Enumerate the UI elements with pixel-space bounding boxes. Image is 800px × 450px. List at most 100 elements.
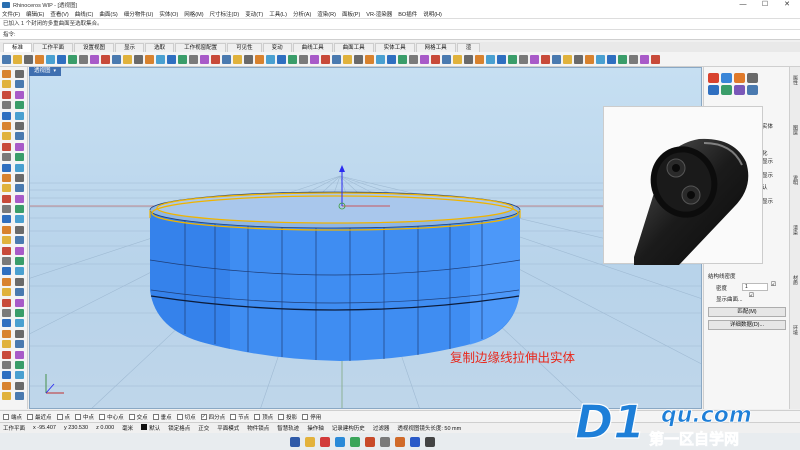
texture-mapping-icon[interactable] (747, 73, 758, 83)
windows-start-icon[interactable] (290, 436, 300, 447)
toolbar-command-icon[interactable] (211, 54, 220, 64)
sidebar-command-icon[interactable] (15, 163, 24, 172)
toolbar-command-icon[interactable] (629, 54, 638, 64)
checkbox-icon[interactable] (3, 413, 9, 420)
toolbar-command-icon[interactable] (431, 54, 440, 64)
toolbar-command-icon[interactable] (156, 54, 165, 64)
checkbox-icon[interactable] (56, 413, 63, 420)
toolbar-command-icon[interactable] (13, 54, 22, 64)
toolbar-command-icon[interactable] (310, 54, 319, 64)
menu-surface[interactable]: 曲面(S) (99, 10, 117, 18)
toolbar-command-icon[interactable] (189, 54, 198, 64)
tab-surface-tools[interactable]: 曲面工具 (333, 43, 374, 52)
osnap-item[interactable]: 投影 (278, 413, 297, 421)
sidebar-command-icon[interactable] (15, 246, 24, 255)
sidebar-command-icon[interactable] (2, 101, 11, 110)
sidebar-command-icon[interactable] (2, 360, 11, 369)
toolbar-command-icon[interactable] (200, 54, 209, 64)
details-button[interactable]: 详细数据(D)... (708, 320, 786, 330)
sidebar-command-icon[interactable] (15, 173, 24, 182)
menu-mesh[interactable]: 网格(M) (184, 10, 203, 18)
toggle-grid-snap[interactable]: 锁定格点 (168, 424, 190, 432)
checkbox-icon[interactable] (99, 413, 106, 420)
tab-solid-tools[interactable]: 实体工具 (374, 43, 415, 52)
toolbar-command-icon[interactable] (453, 54, 462, 64)
osnap-item[interactable]: ✓ 四分点 (200, 413, 225, 421)
toolbar-command-icon[interactable] (420, 54, 429, 64)
side-tab-render[interactable]: 渲染 (792, 225, 799, 235)
cylinder-object[interactable] (149, 165, 521, 361)
tab-cplanes[interactable]: 工作平面 (33, 43, 74, 52)
menu-file[interactable]: 文件(F) (2, 10, 20, 18)
menu-edit[interactable]: 编辑(E) (26, 10, 44, 18)
toolbar-command-icon[interactable] (35, 54, 44, 64)
sidebar-command-icon[interactable] (2, 267, 11, 276)
sidebar-command-icon[interactable] (2, 308, 11, 317)
density-input[interactable]: 1 (742, 283, 768, 291)
sidebar-command-icon[interactable] (15, 236, 24, 245)
sidebar-command-icon[interactable] (15, 184, 24, 193)
tab-transform[interactable]: 变动 (262, 43, 292, 52)
tab-visibility[interactable]: 可见性 (227, 43, 262, 52)
checkbox-icon[interactable] (302, 413, 309, 420)
menu-subd[interactable]: 细分物件(U) (124, 10, 154, 18)
sidebar-command-icon[interactable] (15, 360, 24, 369)
toolbar-command-icon[interactable] (321, 54, 330, 64)
osnap-item[interactable]: 中心点 (99, 413, 124, 421)
sidebar-command-icon[interactable] (15, 80, 24, 89)
sidebar-command-icon[interactable] (2, 257, 11, 266)
edge-softening-icon[interactable] (734, 85, 745, 95)
osnap-item[interactable]: 中点 (75, 413, 94, 421)
tab-standard[interactable]: 标准 (3, 43, 33, 52)
toolbar-command-icon[interactable] (244, 54, 253, 64)
toolbar-command-icon[interactable] (519, 54, 528, 64)
toolbar-command-icon[interactable] (574, 54, 583, 64)
menu-help[interactable]: 说明(H) (423, 10, 442, 18)
sidebar-command-icon[interactable] (2, 184, 11, 193)
wechat-icon[interactable] (350, 436, 360, 447)
decal-icon[interactable] (734, 73, 745, 83)
toolbar-command-icon[interactable] (24, 54, 33, 64)
sidebar-command-icon[interactable] (2, 236, 11, 245)
chrome-icon[interactable] (320, 436, 330, 447)
sidebar-command-icon[interactable] (15, 308, 24, 317)
sidebar-command-icon[interactable] (15, 381, 24, 390)
viewport-title-tab[interactable]: 透视图 ▾ (29, 67, 62, 76)
tab-set-view[interactable]: 设置视图 (74, 43, 115, 52)
toolbar-command-icon[interactable] (167, 54, 176, 64)
toolbar-command-icon[interactable] (178, 54, 187, 64)
toolbar-command-icon[interactable] (343, 54, 352, 64)
checkbox-icon[interactable] (152, 413, 159, 420)
toolbar-command-icon[interactable] (255, 54, 264, 64)
maximize-button[interactable]: ☐ (754, 0, 776, 9)
sidebar-command-icon[interactable] (15, 350, 24, 359)
checkbox-icon[interactable] (128, 413, 135, 420)
osnap-item[interactable]: 垂点 (152, 413, 172, 421)
toolbar-command-icon[interactable] (442, 54, 451, 64)
menu-transform[interactable]: 变动(T) (245, 10, 263, 18)
sidebar-command-icon[interactable] (15, 215, 24, 224)
toolbar-command-icon[interactable] (145, 54, 154, 64)
sidebar-command-icon[interactable] (2, 80, 11, 89)
sidebar-command-icon[interactable] (2, 194, 11, 203)
sidebar-command-icon[interactable] (15, 392, 24, 401)
osnap-item[interactable]: 点 (56, 413, 70, 421)
sidebar-command-icon[interactable] (15, 121, 24, 130)
toolbar-command-icon[interactable] (530, 54, 539, 64)
tab-mesh-tools[interactable]: 网格工具 (415, 43, 456, 52)
toolbar-command-icon[interactable] (90, 54, 99, 64)
sidebar-command-icon[interactable] (2, 381, 11, 390)
menu-render[interactable]: 渲染(R) (317, 10, 336, 18)
checkbox-icon[interactable] (230, 413, 237, 420)
toggle-gumball[interactable]: 操作轴 (307, 424, 324, 432)
toolbar-command-icon[interactable] (497, 54, 506, 64)
material-icon[interactable] (721, 73, 732, 83)
displacement-icon[interactable] (721, 85, 732, 95)
toolbar-command-icon[interactable] (101, 54, 110, 64)
sidebar-command-icon[interactable] (2, 277, 11, 286)
perspective-viewport[interactable] (29, 67, 702, 409)
toggle-record-history[interactable]: 记录建构历史 (332, 424, 365, 432)
checkbox-icon[interactable] (75, 413, 82, 420)
tab-curve-tools[interactable]: 曲线工具 (292, 43, 333, 52)
toolbar-command-icon[interactable] (288, 54, 297, 64)
